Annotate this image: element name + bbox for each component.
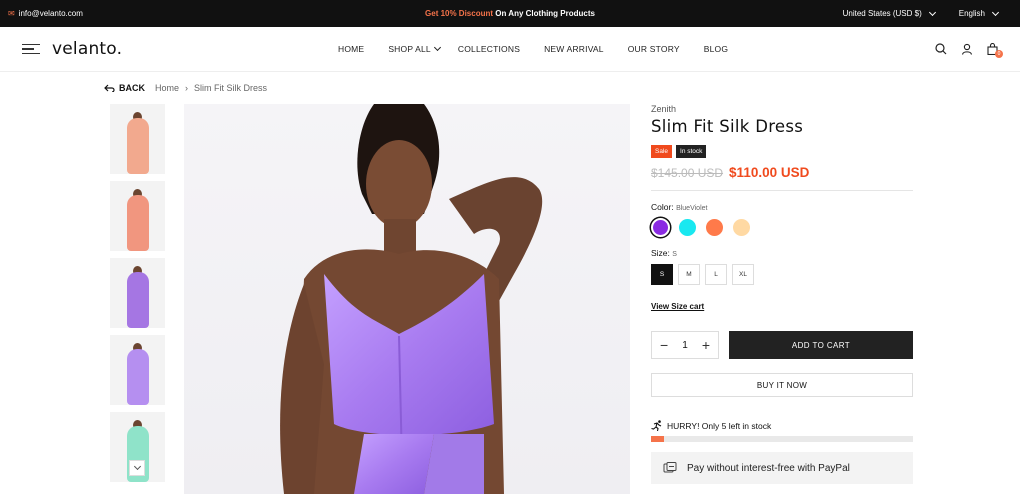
cart-count-badge: 0: [995, 50, 1003, 58]
nav-collections[interactable]: COLLECTIONS: [458, 44, 520, 54]
main-nav: HOME SHOP ALL COLLECTIONS NEW ARRIVAL OU…: [338, 43, 728, 54]
low-stock-text: HURRY! Only 5 left in stock: [667, 420, 772, 431]
thumbnail-salmon[interactable]: [110, 181, 165, 251]
email-text: info@velanto.com: [18, 9, 83, 18]
site-logo[interactable]: velanto.: [52, 39, 122, 59]
mail-icon: ✉: [8, 9, 15, 18]
chevron-down-icon: [133, 462, 141, 471]
nav-shop-all-label: SHOP ALL: [388, 44, 431, 54]
thumbnail-gallery: [110, 104, 166, 489]
language-label: English: [958, 9, 985, 18]
promo-rest: On Any Clothing Products: [495, 9, 595, 18]
color-swatches: [651, 218, 913, 237]
breadcrumb-separator: ›: [185, 83, 189, 93]
chevron-down-icon: [991, 8, 1000, 16]
thumbnail-dress: [126, 118, 149, 174]
back-button[interactable]: BACK: [104, 83, 145, 93]
color-label: Color: BlueViolet: [651, 202, 913, 212]
size-option-s[interactable]: S: [651, 264, 673, 285]
sale-badge: Sale: [651, 145, 673, 158]
thumbnail-mint[interactable]: [110, 412, 165, 482]
search-icon[interactable]: [935, 43, 947, 55]
stock-badge: In stock: [676, 145, 707, 158]
main-product-image[interactable]: [184, 104, 630, 494]
promo-highlight: Get 10% Discount: [425, 9, 494, 18]
currency-selector[interactable]: United States (USD $): [842, 8, 936, 18]
sale-price: $110.00 USD: [729, 165, 810, 180]
thumbnail-peach[interactable]: [110, 104, 165, 174]
thumbnail-dress: [126, 272, 149, 328]
language-selector[interactable]: English: [958, 8, 1000, 18]
paypal-text: Pay without interest-free with PayPal: [687, 462, 850, 474]
currency-label: United States (USD $): [842, 9, 922, 18]
add-to-cart-button[interactable]: ADD TO CART: [729, 331, 913, 359]
thumbnail-dress: [126, 349, 149, 405]
size-option-m[interactable]: M: [678, 264, 700, 285]
back-label: BACK: [119, 83, 145, 93]
announcement-bar: ✉ info@velanto.com Get 10% Discount On A…: [0, 0, 1020, 27]
color-swatch[interactable]: [732, 218, 751, 237]
color-label-text: Color:: [651, 202, 674, 212]
low-stock-notice: HURRY! Only 5 left in stock: [651, 420, 913, 431]
color-swatch[interactable]: [651, 218, 670, 237]
price-block: $145.00 USD $110.00 USD: [651, 165, 913, 191]
nav-new-arrival[interactable]: NEW ARRIVAL: [544, 44, 604, 54]
breadcrumb-current: Slim Fit Silk Dress: [194, 83, 268, 93]
color-swatch[interactable]: [678, 218, 697, 237]
size-option-l[interactable]: L: [705, 264, 727, 285]
chevron-down-icon: [928, 8, 936, 16]
breadcrumb: BACK Home › Slim Fit Silk Dress: [104, 83, 267, 93]
menu-icon[interactable]: [22, 44, 40, 54]
thumbnail-violet-flat[interactable]: [110, 335, 165, 405]
nav-blog[interactable]: BLOG: [704, 44, 728, 54]
size-option-xl[interactable]: XL: [732, 264, 754, 285]
nav-shop-all[interactable]: SHOP ALL: [388, 43, 441, 54]
product-brand[interactable]: Zenith: [651, 104, 913, 114]
thumbnail-dress: [126, 195, 149, 251]
stock-progress-bar: [651, 436, 913, 442]
paypal-banner[interactable]: Pay without interest-free with PayPal: [651, 452, 913, 484]
stock-progress-fill: [651, 436, 665, 442]
quantity-value[interactable]: 1: [682, 340, 688, 351]
running-icon: [651, 420, 662, 431]
payment-icon: [663, 462, 677, 473]
size-value: S: [672, 251, 677, 258]
nav-our-story[interactable]: OUR STORY: [628, 44, 680, 54]
decrease-quantity-button[interactable]: −: [660, 337, 668, 353]
thumbnail-violet-model[interactable]: [110, 258, 165, 328]
buy-now-button[interactable]: BUY IT NOW: [651, 373, 913, 397]
thumbnail-scroll-down-button[interactable]: [129, 460, 145, 476]
product-title: Slim Fit Silk Dress: [651, 117, 804, 136]
size-label-text: Size:: [651, 248, 670, 258]
product-info: Zenith Slim Fit Silk Dress Sale In stock…: [651, 104, 913, 484]
model-photo: [280, 104, 543, 494]
cart-button[interactable]: 0: [987, 43, 1003, 58]
increase-quantity-button[interactable]: +: [702, 337, 710, 353]
color-value: BlueViolet: [676, 205, 708, 212]
back-arrow-icon: [104, 84, 115, 92]
chevron-down-icon: [433, 43, 441, 52]
site-header: velanto. HOME SHOP ALL COLLECTIONS NEW A…: [0, 27, 1020, 72]
breadcrumb-home[interactable]: Home: [155, 83, 179, 93]
nav-home[interactable]: HOME: [338, 44, 364, 54]
user-icon[interactable]: [961, 43, 973, 55]
size-options: S M L XL: [651, 264, 913, 285]
email-contact[interactable]: ✉ info@velanto.com: [8, 9, 83, 18]
original-price: $145.00 USD: [651, 166, 724, 180]
color-swatch[interactable]: [705, 218, 724, 237]
size-chart-link[interactable]: View Size cart: [651, 302, 704, 311]
quantity-stepper: − 1 +: [651, 331, 719, 359]
size-label: Size: S: [651, 248, 913, 258]
